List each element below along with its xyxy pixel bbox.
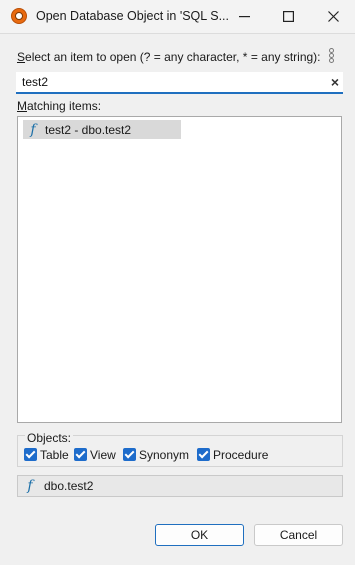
function-icon: f [30,121,36,138]
app-icon [11,8,27,24]
options-menu-icon[interactable] [326,48,338,66]
synonym-checkbox-label: Synonym [139,448,190,462]
minimize-icon [238,15,250,17]
objects-label: Objects: [25,431,74,445]
table-checkbox[interactable] [24,448,37,461]
maximize-icon [282,11,294,22]
procedure-checkbox-label: Procedure [213,448,269,462]
maximize-button[interactable] [266,0,310,33]
search-prompt-label: Select an item to open (? = any characte… [17,50,321,64]
search-input-value: test2 [22,75,49,89]
title-separator [0,33,355,34]
clear-search-icon[interactable]: × [331,73,339,91]
ok-button[interactable]: OK [155,524,244,546]
objects-filter-group: Objects: Table View Synonym Procedure [17,431,343,467]
synonym-checkbox[interactable] [123,448,136,461]
list-item[interactable]: f test2 - dbo.test2 [23,120,181,139]
search-input[interactable]: test2 × [16,72,343,94]
cancel-button[interactable]: Cancel [254,524,343,546]
matching-items-label: Matching items: [17,99,102,113]
function-icon: f [27,478,33,494]
window-title: Open Database Object in 'SQL S... [36,9,229,23]
close-button[interactable] [311,0,355,33]
table-checkbox-label: Table [40,448,69,462]
view-checkbox[interactable] [74,448,87,461]
close-icon [327,11,339,22]
title-bar: Open Database Object in 'SQL S... [0,0,355,33]
view-checkbox-label: View [90,448,116,462]
selected-item-detail: f dbo.test2 [17,475,343,497]
matching-items-list[interactable]: f test2 - dbo.test2 [17,116,342,423]
procedure-checkbox[interactable] [197,448,210,461]
list-item-label: test2 - dbo.test2 [45,122,132,137]
selected-item-label: dbo.test2 [44,479,94,493]
minimize-button[interactable] [222,0,266,33]
